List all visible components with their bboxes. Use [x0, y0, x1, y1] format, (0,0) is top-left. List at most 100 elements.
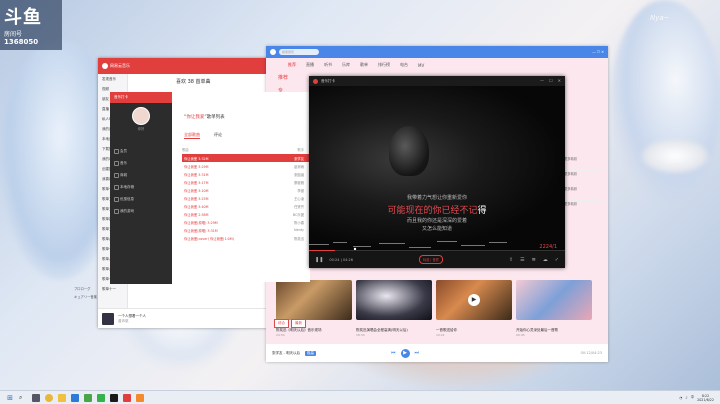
table-row[interactable]: 你让我爱 3:10M 李健 — [182, 186, 310, 194]
quality-badge[interactable]: 极高 — [305, 350, 316, 356]
netease-player-bar: 一个人想着一个人 曾沛慈 — [98, 308, 270, 328]
video-stage[interactable]: 我带着力气想让你重新爱你 可能现在的你已经不记得 而且我的你还是深深的爱着 又怎… — [309, 86, 565, 251]
video-thumbnail[interactable] — [356, 280, 432, 320]
wallpaper-nya-text: Nya~ — [650, 14, 670, 22]
table-row[interactable]: 你让我爱(原唱) 3:29M 陈小春 — [182, 218, 310, 226]
table-row[interactable]: 你让我爱 3:32M 张学友 — [182, 154, 310, 162]
nav-tab[interactable]: 歌单 — [360, 62, 368, 68]
netease-titlebar: 网易云音乐 — [98, 58, 270, 74]
album-cover[interactable] — [102, 312, 114, 325]
pause-icon[interactable]: ❚❚ — [315, 257, 323, 263]
check-icon[interactable]: ✓ — [555, 257, 559, 263]
video-titlebar: 音乐打卡 — ☐ ✕ — [309, 76, 565, 86]
pitch-bar — [409, 247, 431, 248]
app-icon[interactable] — [84, 393, 92, 402]
quality-tag[interactable]: 标准 | 音质 — [419, 255, 443, 264]
video-caption[interactable]: 一首歌送给你 10:21 — [436, 328, 512, 337]
start-icon[interactable]: ⊞ — [6, 394, 14, 402]
table-row[interactable]: 你让我爱 2:58M BC乐团 — [182, 210, 310, 218]
maximize-icon[interactable]: ☐ — [549, 78, 553, 83]
menu-item[interactable]: 商城 — [110, 169, 172, 181]
system-tray: ◔ ♪ 中 8:22 2021/6/22 — [679, 394, 714, 402]
caption-meta: 24:54 — [276, 333, 285, 337]
previous-button[interactable]: ⏮ — [391, 350, 396, 356]
popup-username: 你好 — [137, 127, 145, 131]
lyric-unsung: 得 — [477, 206, 487, 216]
nav-tab[interactable]: MV — [418, 63, 424, 68]
wifi-icon[interactable]: ◔ — [679, 396, 682, 400]
nav-tab[interactable]: 乐库 — [342, 62, 350, 68]
nav-tab[interactable]: 电台 — [400, 62, 408, 68]
song-name: 你让我爱 3:25M — [184, 196, 209, 201]
list-item[interactable]: キュアリー音楽 — [74, 294, 97, 302]
list-item[interactable]: 更多精彩 — [564, 186, 604, 201]
list-icon[interactable]: ☰ — [520, 257, 524, 263]
netease-logo-icon — [102, 63, 108, 69]
song-artist: 李健 — [297, 188, 304, 193]
equalizer-icon[interactable]: ≣ — [532, 257, 536, 263]
list-item[interactable]: プロローグ — [74, 286, 97, 294]
tab-comments[interactable]: 评论 — [214, 132, 222, 139]
share-icon[interactable]: ⇪ — [509, 257, 513, 263]
next-button[interactable]: ⏭ — [415, 350, 420, 356]
video-caption[interactable]: 陈奕迅演唱会全程高清(明天以后) 18:34 — [356, 328, 432, 337]
clock[interactable]: 8:22 2021/6/22 — [697, 394, 714, 402]
minimize-icon[interactable]: — — [540, 78, 544, 83]
nav-tab[interactable]: 排行榜 — [378, 62, 390, 68]
table-row[interactable]: 你让我爱 3:40M 任贤齐 — [182, 202, 310, 210]
app-icon[interactable] — [71, 393, 79, 402]
play-button[interactable]: ▶ — [400, 348, 410, 358]
netease-icon[interactable] — [123, 393, 131, 402]
menu-item[interactable]: 会员 — [110, 145, 172, 157]
volume-icon[interactable]: ♪ — [685, 396, 687, 400]
chrome-icon[interactable] — [45, 393, 53, 402]
video-caption[interactable]: 陈奕迅《明天以后》音乐现场 24:54 — [276, 328, 352, 337]
song-name: 你让我爱 2:58M — [184, 212, 209, 217]
tab-all[interactable]: 综合 — [274, 319, 289, 328]
watermark-room-number: 1368050 — [4, 38, 39, 46]
song-name: 你让我爱 3:32M — [184, 156, 209, 161]
sidebar-item[interactable]: 发现音乐 — [98, 74, 127, 84]
menu-item[interactable]: 本地存储 — [110, 181, 172, 193]
table-row[interactable]: 你让我爱 3:31M 张韶涵 — [182, 170, 310, 178]
table-row[interactable]: 你让我爱(cover) 你让我爱(1:0M) 陈奕迅 — [182, 234, 310, 242]
wechat-icon[interactable] — [97, 393, 105, 402]
table-row[interactable]: 你让我爱 3:17M 蔡健雅 — [182, 178, 310, 186]
lyric-line-prev: 我带着力气想让你重新爱你 — [406, 195, 467, 201]
menu-item[interactable]: 音乐 — [110, 157, 172, 169]
kugou-window-controls[interactable]: — ☐ ✕ — [592, 50, 604, 54]
app-icon[interactable] — [136, 393, 144, 402]
profile-popup: 音乐打卡 你好 会员 音乐 商城 本地存储 优惠信息 我的游戏 — [110, 92, 172, 284]
video-thumbnails: ▶ — [276, 280, 592, 320]
nav-tab[interactable]: 直播 — [306, 62, 314, 68]
list-item[interactable]: 更多精彩 — [564, 156, 604, 171]
list-item[interactable]: 更多精彩 — [564, 201, 604, 216]
table-row[interactable]: 你让我爱 3:29M 赵钶雨 — [182, 162, 310, 170]
table-row[interactable]: 你让我爱 3:25M 王心凌 — [182, 194, 310, 202]
play-icon[interactable]: ▶ — [468, 294, 480, 306]
pitch-bar — [379, 243, 405, 244]
nav-tab[interactable]: 听书 — [324, 62, 332, 68]
input-language[interactable]: 中 — [691, 395, 695, 400]
menu-item[interactable]: 优惠信息 — [110, 193, 172, 205]
video-thumbnail[interactable]: ▶ — [436, 280, 512, 320]
close-icon[interactable]: ✕ — [558, 78, 561, 83]
video-thumbnail[interactable] — [516, 280, 592, 320]
tab-songs[interactable]: 全部歌曲 — [184, 132, 200, 139]
explorer-icon[interactable] — [58, 393, 66, 402]
video-thumbnail[interactable] — [276, 280, 352, 320]
nav-tab[interactable]: 推荐 — [288, 62, 296, 68]
table-row[interactable]: 你让我爱(原唱) 3:31M Nerdy — [182, 226, 310, 234]
search-icon[interactable]: ⌕ — [19, 394, 27, 402]
sidebar-item[interactable]: 歌单十一 — [98, 284, 127, 294]
cloud-icon[interactable]: ☁ — [543, 257, 548, 263]
task-view-icon[interactable] — [32, 393, 40, 402]
side-label[interactable]: 推荐 — [278, 74, 304, 87]
avatar[interactable] — [132, 107, 150, 125]
list-item[interactable]: 更多精彩 — [564, 171, 604, 186]
app-icon[interactable] — [110, 393, 118, 402]
tab-latest[interactable]: 最新 — [291, 319, 306, 328]
menu-item[interactable]: 我的游戏 — [110, 205, 172, 217]
video-caption[interactable]: 开始你心灵深处最后一首歌 09:45 — [516, 328, 592, 337]
kugou-search-input[interactable]: 搜索音乐 — [279, 49, 319, 55]
